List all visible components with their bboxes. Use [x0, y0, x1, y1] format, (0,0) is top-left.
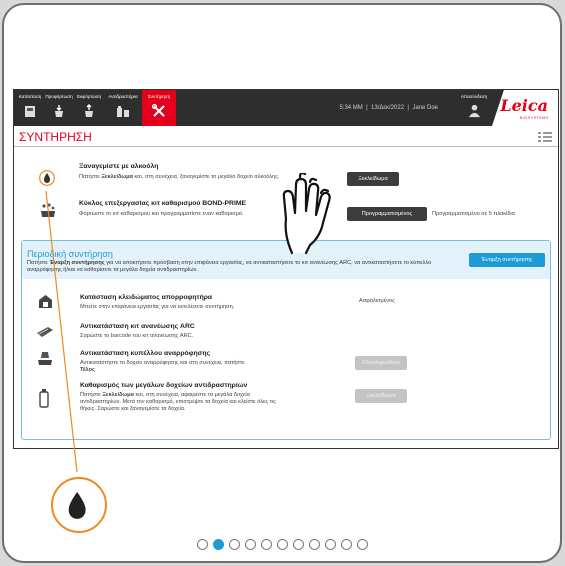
tutorial-card: Κατάσταση Προφόρτωση Εκφόρτωση Αντιδραστ… [2, 3, 562, 563]
page-dot[interactable] [260, 539, 272, 550]
page-dot[interactable] [308, 539, 320, 550]
page-dot[interactable] [276, 539, 288, 550]
page-dot[interactable] [292, 539, 304, 550]
pagination-dots [4, 539, 560, 555]
page-dot[interactable] [244, 539, 256, 550]
page-dot[interactable] [212, 539, 224, 550]
callout-magnified-icon [51, 477, 107, 533]
page-dot[interactable] [340, 539, 352, 550]
drop-icon [68, 492, 86, 519]
page-dot[interactable] [228, 539, 240, 550]
page-dot[interactable] [196, 539, 208, 550]
page-dot[interactable] [324, 539, 336, 550]
page-dot[interactable] [356, 539, 368, 550]
